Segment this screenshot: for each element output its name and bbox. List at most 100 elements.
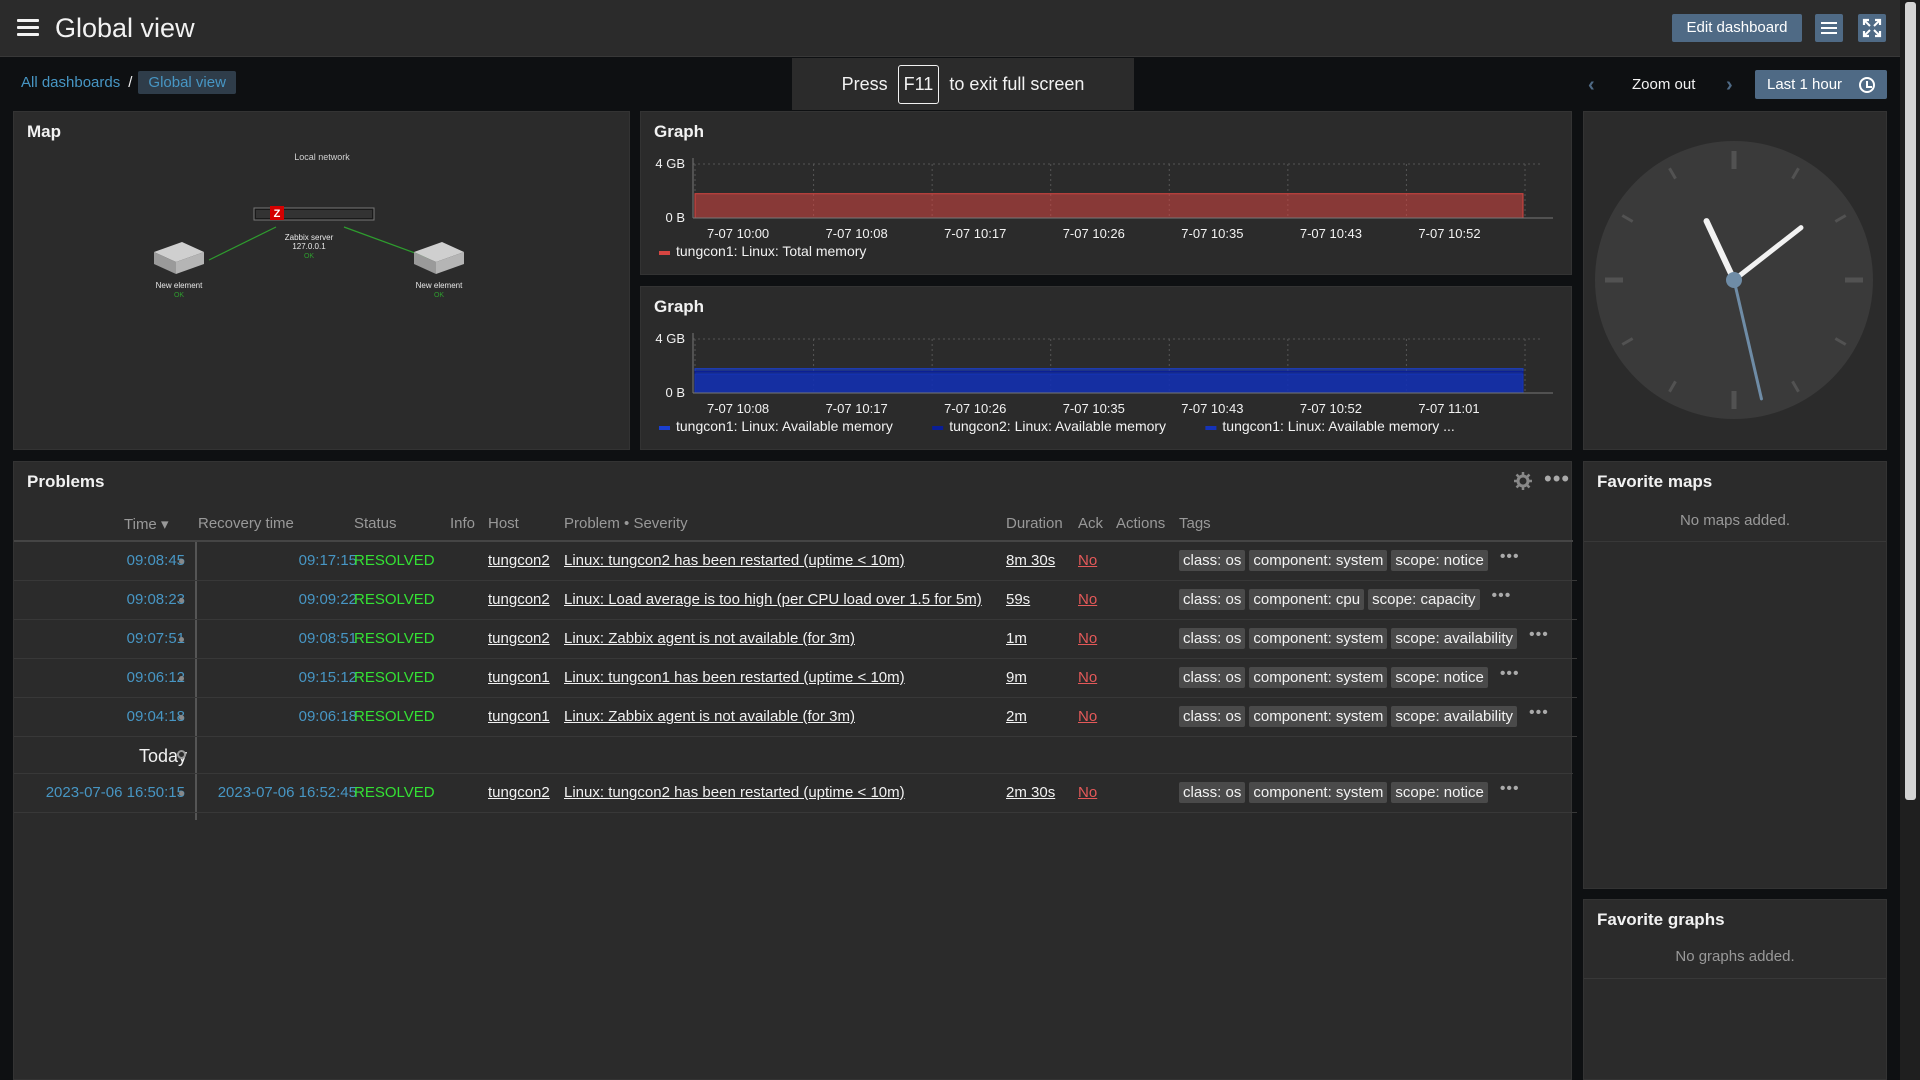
host-link[interactable]: tungcon2 xyxy=(488,784,550,801)
more-tags-icon[interactable]: ••• xyxy=(1492,587,1512,608)
dashboard-actions-button[interactable] xyxy=(1815,14,1843,42)
host-link[interactable]: tungcon2 xyxy=(488,552,550,569)
tags-list: class: os component: system scope: notice •… xyxy=(1179,780,1520,803)
legend-swatch xyxy=(932,426,944,430)
series-area xyxy=(694,193,1524,219)
tag-badge[interactable]: component: system xyxy=(1249,667,1388,688)
status-label: RESOLVED xyxy=(354,784,435,801)
duration-link[interactable]: 2m xyxy=(1006,708,1027,725)
time-period-button[interactable]: Last 1 hour xyxy=(1755,70,1887,99)
host-link[interactable]: tungcon1 xyxy=(488,669,550,686)
ack-link[interactable]: No xyxy=(1078,669,1097,686)
problem-time[interactable]: 09:08:23 xyxy=(127,591,185,608)
tag-badge[interactable]: component: system xyxy=(1249,628,1388,649)
right-node-status: OK xyxy=(434,292,444,299)
tag-badge[interactable]: class: os xyxy=(1179,667,1246,688)
gear-icon[interactable] xyxy=(1514,472,1532,490)
status-label: RESOLVED xyxy=(354,552,435,569)
zoom-out-button[interactable]: Zoom out xyxy=(1632,76,1695,93)
problem-row: 09:04:18 09:06:18 RESOLVED tungcon1 Linux: Z… xyxy=(14,698,1577,737)
tag-badge[interactable]: class: os xyxy=(1179,628,1246,649)
problem-link[interactable]: Linux: Zabbix agent is not available (fo… xyxy=(564,708,855,725)
tag-badge[interactable]: scope: capacity xyxy=(1368,589,1480,610)
problem-link[interactable]: Linux: tungcon1 has been restarted (upti… xyxy=(564,669,905,686)
col-time[interactable]: Time ▾ xyxy=(124,515,168,543)
problem-time[interactable]: 09:07:51 xyxy=(127,630,185,647)
problem-row: 09:08:23 09:09:22 RESOLVED tungcon2 Linux: L… xyxy=(14,581,1577,620)
x-tick-label: 7-07 10:52 xyxy=(1300,401,1362,416)
duration-link[interactable]: 8m 30s xyxy=(1006,552,1055,569)
more-tags-icon[interactable]: ••• xyxy=(1500,548,1520,569)
tag-badge[interactable]: scope: notice xyxy=(1391,550,1488,571)
col-ack: Ack xyxy=(1078,515,1104,532)
recovery-time[interactable]: 09:08:51 xyxy=(299,630,357,647)
tag-badge[interactable]: class: os xyxy=(1179,550,1246,571)
duration-link[interactable]: 59s xyxy=(1006,591,1030,608)
x-tick-label: 7-07 10:35 xyxy=(1181,226,1243,241)
tag-badge[interactable]: scope: availability xyxy=(1391,628,1517,649)
host-link[interactable]: tungcon2 xyxy=(488,591,550,608)
breadcrumb-current[interactable]: Global view xyxy=(138,71,236,94)
chevron-left-icon[interactable]: ‹ xyxy=(1588,74,1602,96)
tag-badge[interactable]: class: os xyxy=(1179,589,1246,610)
recovery-time[interactable]: 2023-07-06 16:52:45 xyxy=(218,784,357,801)
edit-dashboard-button[interactable]: Edit dashboard xyxy=(1672,14,1802,42)
tag-badge[interactable]: scope: notice xyxy=(1391,667,1488,688)
problem-link[interactable]: Linux: tungcon2 has been restarted (upti… xyxy=(564,552,905,569)
duration-link[interactable]: 1m xyxy=(1006,630,1027,647)
tag-badge[interactable]: scope: availability xyxy=(1391,706,1517,727)
tag-badge[interactable]: component: cpu xyxy=(1249,589,1365,610)
breadcrumb-all-dashboards[interactable]: All dashboards xyxy=(21,74,120,91)
duration-link[interactable]: 2m 30s xyxy=(1006,784,1055,801)
col-host: Host xyxy=(488,515,519,532)
more-tags-icon[interactable]: ••• xyxy=(1529,704,1549,725)
problem-link[interactable]: Linux: Zabbix agent is not available (fo… xyxy=(564,630,855,647)
host-link[interactable]: tungcon1 xyxy=(488,708,550,725)
more-tags-icon[interactable]: ••• xyxy=(1529,626,1549,647)
tag-badge[interactable]: component: system xyxy=(1249,706,1388,727)
tag-badge[interactable]: class: os xyxy=(1179,782,1246,803)
recovery-time[interactable]: 09:17:15 xyxy=(299,552,357,569)
problem-time[interactable]: 2023-07-06 16:50:15 xyxy=(46,784,185,801)
recovery-time[interactable]: 09:09:22 xyxy=(299,591,357,608)
fullscreen-toggle-button[interactable] xyxy=(1858,14,1886,42)
more-tags-icon[interactable]: ••• xyxy=(1500,780,1520,801)
problem-link[interactable]: Linux: Load average is too high (per CPU… xyxy=(564,591,982,608)
legend-label: tungcon1: Linux: Available memory ... xyxy=(1222,418,1454,434)
clock-center xyxy=(1726,272,1742,288)
host-link[interactable]: tungcon2 xyxy=(488,630,550,647)
tags-list: class: os component: system scope: availab… xyxy=(1179,704,1549,727)
chevron-right-icon[interactable]: › xyxy=(1726,74,1733,97)
tag-badge[interactable]: class: os xyxy=(1179,706,1246,727)
ack-link[interactable]: No xyxy=(1078,591,1097,608)
problem-time[interactable]: 09:06:12 xyxy=(127,669,185,686)
more-tags-icon[interactable]: ••• xyxy=(1500,665,1520,686)
zabbix-server-icon[interactable]: Z xyxy=(253,206,375,221)
tag-badge[interactable]: component: system xyxy=(1249,782,1388,803)
problem-time[interactable]: 09:08:45 xyxy=(127,552,185,569)
ack-link[interactable]: No xyxy=(1078,708,1097,725)
right-switch-icon[interactable] xyxy=(414,242,464,274)
y-tick-label: 0 B xyxy=(665,385,685,400)
status-label: RESOLVED xyxy=(354,669,435,686)
ack-link[interactable]: No xyxy=(1078,784,1097,801)
recovery-time[interactable]: 09:15:12 xyxy=(299,669,357,686)
ack-link[interactable]: No xyxy=(1078,552,1097,569)
ack-link[interactable]: No xyxy=(1078,630,1097,647)
legend-label: tungcon1: Linux: Available memory xyxy=(676,418,893,434)
duration-link[interactable]: 9m xyxy=(1006,669,1027,686)
main-menu-icon[interactable] xyxy=(17,19,39,37)
left-switch-icon[interactable] xyxy=(154,242,204,274)
tag-badge[interactable]: scope: notice xyxy=(1391,782,1488,803)
widget-menu-icon[interactable]: ••• xyxy=(1544,466,1570,492)
page-scrollbar[interactable] xyxy=(1900,0,1920,1080)
server-label: Zabbix server xyxy=(285,233,334,242)
scroll-thumb[interactable] xyxy=(1905,2,1916,800)
recovery-time[interactable]: 09:06:18 xyxy=(299,708,357,725)
col-info: Info xyxy=(450,515,476,532)
problem-link[interactable]: Linux: tungcon2 has been restarted (upti… xyxy=(564,784,905,801)
problem-time[interactable]: 09:04:18 xyxy=(127,708,185,725)
legend-swatch xyxy=(659,426,670,430)
widget-title-favorite-maps: Favorite maps xyxy=(1597,472,1713,491)
tag-badge[interactable]: component: system xyxy=(1249,550,1388,571)
